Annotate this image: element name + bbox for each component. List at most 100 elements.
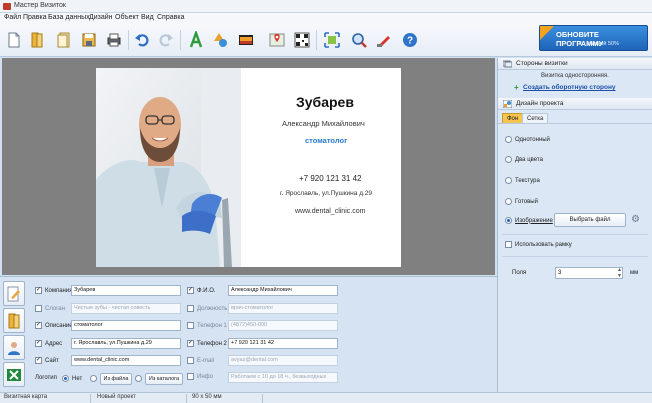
menu-file[interactable]: Файл bbox=[4, 14, 21, 21]
logo-option-catalog[interactable] bbox=[135, 373, 145, 384]
excel-import-icon[interactable] bbox=[3, 362, 25, 387]
design-icon bbox=[503, 100, 512, 108]
logo-label: Логотип bbox=[35, 375, 57, 381]
sides-info: Визитка односторонняя. bbox=[541, 73, 609, 79]
description-input[interactable]: стоматолог bbox=[71, 320, 181, 331]
card-photo[interactable] bbox=[96, 68, 241, 267]
bg-option-ready[interactable]: Готовый bbox=[505, 198, 538, 205]
design-header[interactable]: Дизайн проекта bbox=[498, 98, 652, 110]
contacts-icon[interactable] bbox=[3, 335, 25, 360]
logo-none-radio[interactable] bbox=[62, 375, 69, 382]
website-checkbox[interactable]: ✓ bbox=[35, 357, 42, 364]
info-checkbox[interactable] bbox=[187, 373, 194, 380]
bg-option-image[interactable]: Изображение bbox=[505, 217, 553, 224]
fit-page-icon[interactable] bbox=[323, 30, 341, 50]
logo-from-file-button[interactable]: Из файла bbox=[100, 373, 132, 385]
company-checkbox[interactable]: ✓ bbox=[35, 287, 42, 294]
use-frame-option[interactable]: Использовать рамку bbox=[505, 241, 572, 248]
bg-option-two-colors[interactable]: Два цвета bbox=[505, 156, 543, 163]
settings-gear-icon[interactable]: ⚙ bbox=[631, 215, 641, 225]
upgrade-promo-button[interactable]: ОБНОВИТЕ ПРОГРАММУ со скидкой 50% bbox=[539, 25, 648, 51]
card-position[interactable]: стоматолог bbox=[305, 136, 347, 145]
card-website[interactable]: www.dental_clinic.com bbox=[295, 208, 365, 215]
card-full-name[interactable]: Александр Михайлович bbox=[282, 119, 365, 128]
tab-background[interactable]: Фон bbox=[502, 113, 524, 123]
address-checkbox[interactable]: ✓ bbox=[35, 340, 42, 347]
field-phone2-row: ✓ Телефон 2 bbox=[187, 338, 227, 349]
phone2-input[interactable]: +7 920 121 31 42 bbox=[228, 338, 338, 349]
undo-icon[interactable] bbox=[133, 30, 151, 50]
status-project: Новый проект bbox=[97, 394, 136, 400]
email-input[interactable]: avyaz@dental.com bbox=[228, 355, 338, 366]
right-panel: Стороны визитки Визитка односторонняя. +… bbox=[497, 58, 652, 392]
fio-input[interactable]: Александр Михайлович bbox=[228, 285, 338, 296]
menu-view[interactable]: Вид bbox=[141, 14, 154, 21]
logo-from-catalog-button[interactable]: Из каталога bbox=[145, 373, 183, 385]
open-icon[interactable] bbox=[55, 30, 73, 50]
menu-database[interactable]: База данных bbox=[48, 14, 90, 21]
fio-label: Ф.И.О. bbox=[197, 287, 216, 294]
title-bar: Мастер Визиток bbox=[0, 0, 652, 13]
slogan-input[interactable]: Чистые зубы - чистая совесть bbox=[71, 303, 181, 314]
field-description-row: ✓ Описание bbox=[35, 320, 73, 331]
card-address[interactable]: г. Ярославль, ул.Пушкина д.29 bbox=[280, 190, 372, 197]
qr-code-icon[interactable] bbox=[293, 30, 311, 50]
save-icon[interactable] bbox=[80, 30, 98, 50]
field-slogan-row: Слоган bbox=[35, 303, 65, 314]
slogan-checkbox[interactable] bbox=[35, 305, 42, 312]
position-input[interactable]: врач-стоматолог bbox=[228, 303, 338, 314]
logo-option-none[interactable]: Нет bbox=[62, 373, 82, 384]
menu-design[interactable]: Дизайн bbox=[89, 14, 113, 21]
use-frame-checkbox[interactable] bbox=[505, 241, 512, 248]
new-file-icon[interactable] bbox=[5, 30, 23, 50]
edit-text-icon[interactable] bbox=[3, 281, 25, 306]
menu-object[interactable]: Объект bbox=[115, 14, 139, 21]
zoom-icon[interactable] bbox=[350, 30, 368, 50]
tab-grid[interactable]: Сетка bbox=[522, 113, 549, 123]
company-input[interactable]: Зубарев bbox=[71, 285, 181, 296]
phone2-checkbox[interactable]: ✓ bbox=[187, 340, 194, 347]
company-label: Компания bbox=[45, 287, 73, 294]
sides-header-label: Стороны визитки bbox=[516, 60, 568, 67]
help-icon[interactable]: ? bbox=[401, 30, 419, 50]
address-label: Адрес bbox=[45, 340, 63, 347]
catalog-icon[interactable] bbox=[3, 308, 25, 333]
menu-edit[interactable]: Правка bbox=[23, 14, 47, 21]
cleanup-icon[interactable] bbox=[375, 30, 393, 50]
info-input[interactable]: Работаем с 10 до 18 ч., безвыходных bbox=[228, 372, 338, 383]
phone1-checkbox[interactable] bbox=[187, 322, 194, 329]
phone2-label: Телефон 2 bbox=[197, 340, 227, 347]
add-text-icon[interactable] bbox=[187, 30, 205, 50]
redo-icon[interactable] bbox=[157, 30, 175, 50]
margins-input[interactable]: 3 bbox=[555, 267, 623, 279]
field-email-row: E-mail bbox=[187, 355, 214, 366]
bg-option-solid[interactable]: Однотонный bbox=[505, 136, 550, 143]
print-icon[interactable] bbox=[105, 30, 123, 50]
menu-help[interactable]: Справка bbox=[157, 14, 184, 21]
add-image-icon[interactable] bbox=[237, 30, 255, 50]
card-name[interactable]: Зубарев bbox=[296, 94, 354, 110]
templates-icon[interactable] bbox=[28, 30, 46, 50]
margins-spin-icon[interactable]: ▲ ▼ bbox=[616, 267, 623, 279]
fio-checkbox[interactable]: ✓ bbox=[187, 287, 194, 294]
business-card-preview[interactable]: Зубарев Александр Михайлович стоматолог … bbox=[96, 68, 401, 267]
email-label: E-mail bbox=[197, 357, 215, 364]
bg-option-texture[interactable]: Текстура bbox=[505, 177, 540, 184]
position-checkbox[interactable] bbox=[187, 305, 194, 312]
description-checkbox[interactable]: ✓ bbox=[35, 322, 42, 329]
create-back-side-link[interactable]: Создать оборотную сторону bbox=[523, 84, 616, 91]
logo-option-file[interactable] bbox=[90, 373, 100, 384]
choose-file-button[interactable]: Выбрать файл bbox=[554, 213, 626, 227]
website-input[interactable]: www.dental_clinic.com bbox=[71, 355, 181, 366]
address-input[interactable]: г. Ярославль, ул.Пушкина д.29 bbox=[71, 338, 181, 349]
email-checkbox[interactable] bbox=[187, 357, 194, 364]
logo-catalog-radio[interactable] bbox=[135, 375, 142, 382]
logo-file-radio[interactable] bbox=[90, 375, 97, 382]
card-phone[interactable]: +7 920 121 31 42 bbox=[299, 174, 362, 183]
phone1-input[interactable]: (4872)450-000 bbox=[228, 320, 338, 331]
add-shape-icon[interactable] bbox=[212, 30, 230, 50]
map-icon[interactable] bbox=[268, 30, 286, 50]
field-phone1-row: Телефон 1 bbox=[187, 320, 227, 331]
card-sides-icon bbox=[503, 60, 512, 68]
sides-header[interactable]: Стороны визитки bbox=[498, 58, 652, 70]
